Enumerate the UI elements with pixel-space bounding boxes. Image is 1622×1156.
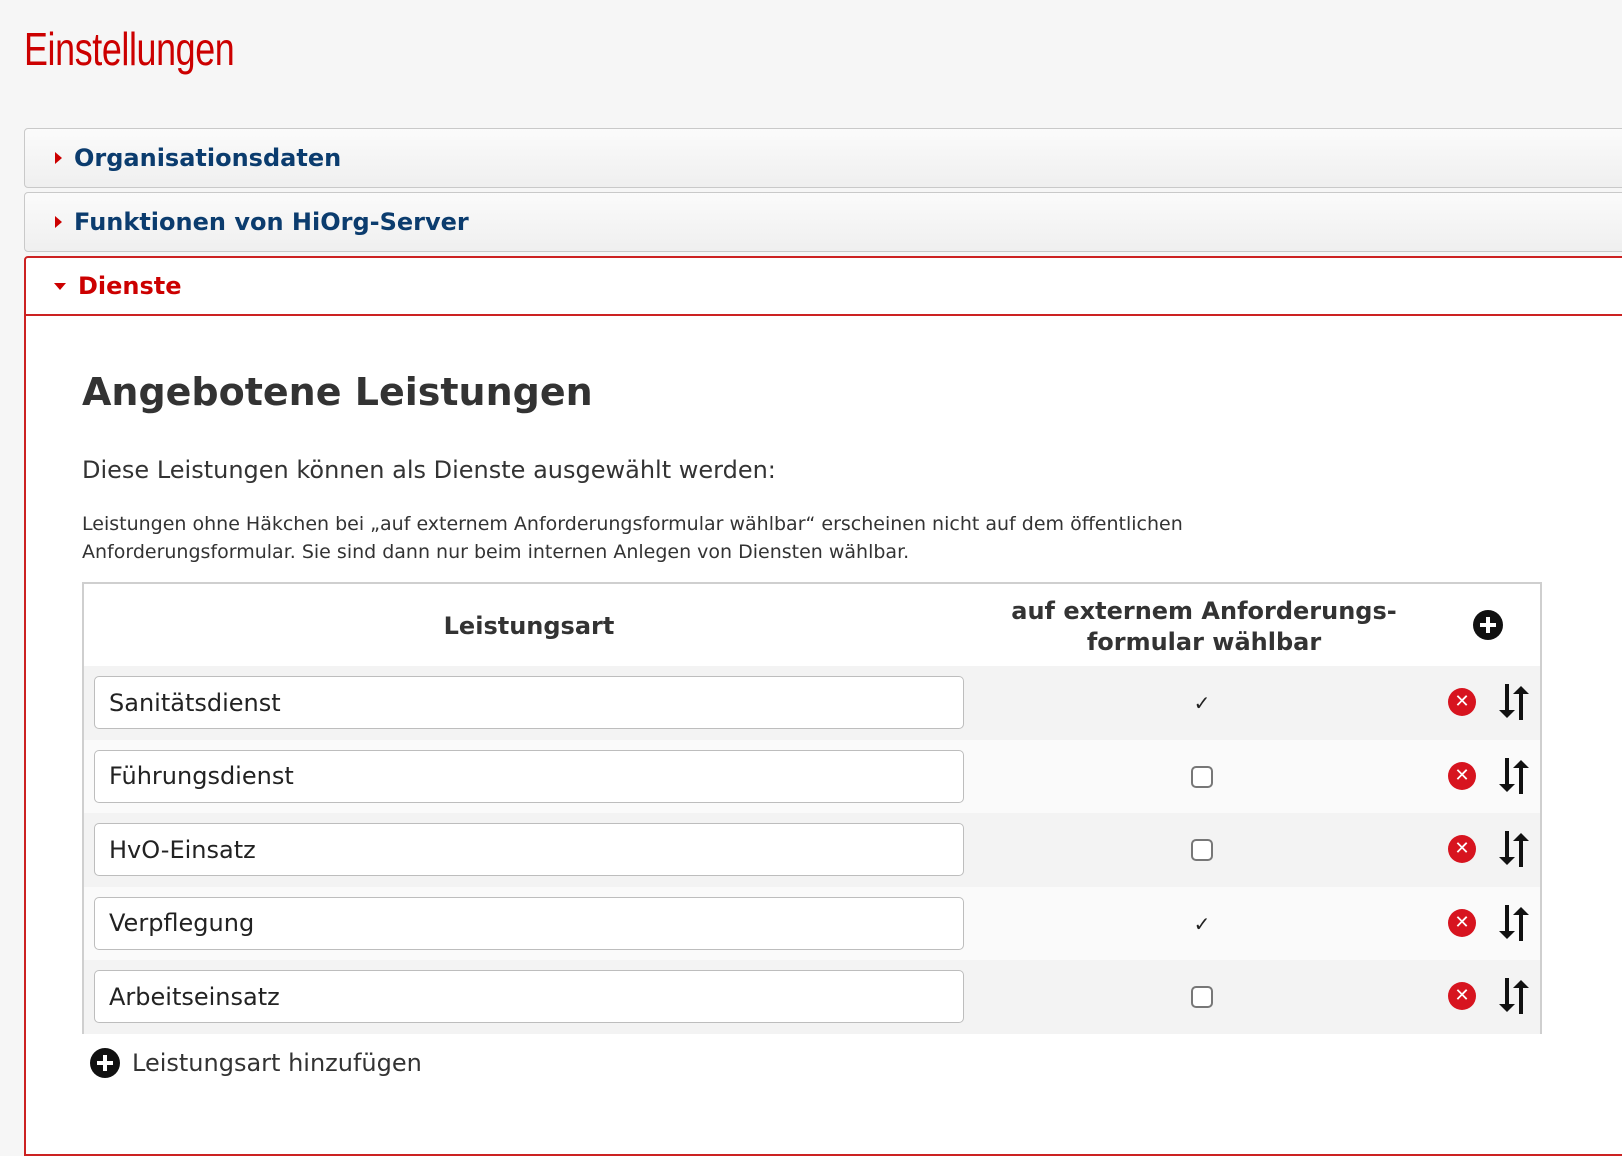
checkbox-empty-icon: [1191, 765, 1213, 788]
extern-checkbox[interactable]: [1189, 837, 1215, 863]
sort-arrows-icon[interactable]: [1496, 978, 1530, 1014]
leistungen-table: Leistungsart auf externem Anforderungs- …: [82, 582, 1542, 1034]
accordion-dienste[interactable]: Dienste: [26, 258, 1622, 316]
checkmark-icon: ✓: [1193, 691, 1211, 715]
table-row: ✓✕: [84, 886, 1540, 960]
sort-arrows-icon[interactable]: [1496, 904, 1530, 941]
sort-arrows-icon[interactable]: [1496, 757, 1530, 794]
accordion-label: Organisationsdaten: [74, 144, 342, 172]
accordion-funktionen[interactable]: Funktionen von HiOrg-Server: [24, 192, 1622, 252]
page-title: Einstellungen: [24, 23, 235, 75]
table-row: ✓✕: [84, 666, 1540, 740]
extern-checkbox[interactable]: [1189, 984, 1215, 1010]
sort-arrows-icon[interactable]: [1496, 831, 1530, 867]
table-row: ✕: [84, 813, 1540, 887]
checkmark-icon: ✓: [1193, 911, 1211, 936]
plus-circle-icon: [90, 1048, 120, 1078]
leistungsart-input[interactable]: [94, 749, 964, 803]
delete-circle-icon[interactable]: ✕: [1448, 982, 1476, 1010]
column-header-extern-line2: formular wählbar: [1086, 628, 1322, 656]
sort-arrows-icon[interactable]: [1496, 684, 1530, 720]
accordion-organisationsdaten[interactable]: Organisationsdaten: [24, 128, 1622, 188]
triangle-right-icon: [55, 152, 62, 164]
accordion-label: Funktionen von HiOrg-Server: [74, 208, 469, 236]
leistungsart-input[interactable]: [94, 676, 964, 729]
table-row: ✕: [84, 960, 1540, 1034]
checkbox-empty-icon: [1191, 839, 1213, 861]
delete-circle-icon[interactable]: ✕: [1448, 688, 1476, 716]
triangle-down-icon: [54, 282, 66, 290]
section-note: Leistungen ohne Häkchen bei „auf externe…: [82, 513, 1183, 563]
accordion-label: Dienste: [78, 272, 182, 300]
extern-checkbox[interactable]: [1189, 764, 1215, 790]
triangle-right-icon: [55, 216, 62, 228]
delete-circle-icon[interactable]: ✕: [1448, 761, 1476, 790]
leistungsart-input[interactable]: [94, 896, 964, 950]
add-leistungsart-label: Leistungsart hinzufügen: [132, 1049, 422, 1077]
checkbox-empty-icon: [1191, 986, 1213, 1008]
plus-circle-icon[interactable]: [1473, 610, 1503, 640]
delete-circle-icon[interactable]: ✕: [1448, 835, 1476, 863]
leistungsart-input[interactable]: [94, 823, 964, 876]
add-leistungsart-button[interactable]: Leistungsart hinzufügen: [90, 1048, 422, 1078]
column-header-extern-line1: auf externem Anforderungs-: [1011, 597, 1397, 625]
section-title: Angebotene Leistungen: [82, 370, 593, 414]
table-header: Leistungsart auf externem Anforderungs- …: [84, 584, 1540, 666]
extern-checkbox[interactable]: ✓: [1189, 911, 1215, 937]
section-lead: Diese Leistungen können als Dienste ausg…: [82, 456, 776, 484]
dienste-content: Angebotene Leistungen Diese Leistungen k…: [82, 370, 1552, 563]
column-header-extern: auf externem Anforderungs- formular wähl…: [994, 596, 1414, 658]
delete-circle-icon[interactable]: ✕: [1448, 908, 1476, 937]
column-header-leistungsart: Leistungsart: [443, 612, 615, 640]
table-body: ✓✕✕✕✓✕✕: [84, 666, 1540, 1034]
leistungsart-input[interactable]: [94, 970, 964, 1023]
table-row: ✕: [84, 739, 1540, 813]
extern-checkbox[interactable]: ✓: [1189, 690, 1215, 716]
